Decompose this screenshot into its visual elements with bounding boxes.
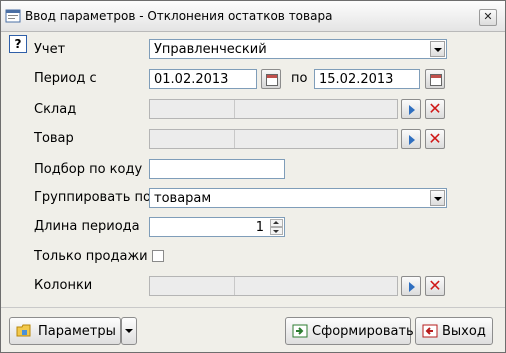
play-icon: [409, 105, 415, 115]
title-bar: Ввод параметров - Отклонения остатков то…: [1, 1, 505, 32]
tovar-field[interactable]: [149, 129, 398, 149]
footer-separator: [1, 307, 505, 308]
dialog-window: Ввод параметров - Отклонения остатков то…: [0, 0, 506, 353]
kolonki-clear-button[interactable]: ✕: [425, 276, 445, 296]
generate-button[interactable]: Сформировать: [285, 317, 414, 345]
podbor-input[interactable]: [149, 159, 285, 179]
help-icon[interactable]: ?: [9, 35, 27, 53]
generate-report-icon: [292, 324, 308, 338]
spin-down-icon[interactable]: [270, 227, 283, 235]
chevron-down-icon[interactable]: [430, 190, 445, 206]
window-title: Ввод параметров - Отклонения остатков то…: [25, 9, 333, 23]
uchet-value: Управленческий: [154, 42, 267, 57]
kolonki-label: Колонки: [34, 278, 93, 293]
chevron-down-icon[interactable]: [430, 41, 445, 57]
exit-button[interactable]: Выход: [415, 317, 493, 345]
podbor-label: Подбор по коду: [34, 162, 143, 177]
group-select[interactable]: товарам: [149, 188, 447, 208]
chevron-down-icon: [125, 329, 133, 333]
params-button-label: Параметры: [38, 324, 116, 339]
spin-up-icon[interactable]: [270, 219, 283, 227]
play-icon: [409, 135, 415, 145]
tovar-select-button[interactable]: [401, 129, 421, 149]
sklad-clear-button[interactable]: ✕: [425, 99, 445, 119]
calendar-icon: [266, 74, 278, 86]
window-app-icon: [5, 9, 21, 23]
uchet-select[interactable]: Управленческий: [149, 39, 447, 59]
period-to-value: 15.02.2013: [319, 72, 394, 87]
sklad-field[interactable]: [149, 99, 398, 119]
group-label: Группировать по: [34, 190, 151, 205]
period-to-label: по: [291, 71, 308, 86]
calendar-icon: [430, 74, 442, 86]
sklad-select-button[interactable]: [401, 99, 421, 119]
period-label: Период с: [34, 71, 97, 86]
dlina-value: 1: [255, 220, 264, 235]
params-dropdown-button[interactable]: [121, 317, 137, 345]
tovar-clear-button[interactable]: ✕: [425, 129, 445, 149]
kolonki-field[interactable]: [149, 276, 398, 296]
folder-settings-icon: [16, 324, 31, 337]
calendar-from-button[interactable]: [261, 69, 281, 89]
generate-button-label: Сформировать: [312, 324, 414, 339]
spin-buttons[interactable]: [270, 219, 283, 235]
period-to-field[interactable]: 15.02.2013: [314, 69, 420, 89]
play-icon: [409, 282, 415, 292]
kolonki-select-button[interactable]: [401, 276, 421, 296]
group-value: товарам: [154, 191, 212, 206]
close-icon[interactable]: ✕: [479, 9, 497, 26]
dlina-stepper[interactable]: 1: [149, 217, 285, 237]
uchet-label: Учет: [34, 42, 66, 57]
exit-button-label: Выход: [442, 324, 486, 339]
only-sales-label: Только продажи: [34, 249, 148, 264]
dlina-label: Длина периода: [34, 219, 140, 234]
period-from-field[interactable]: 01.02.2013: [149, 69, 257, 89]
params-button[interactable]: Параметры: [9, 317, 121, 345]
sklad-label: Склад: [34, 102, 77, 117]
tovar-label: Товар: [34, 131, 74, 146]
period-from-value: 01.02.2013: [154, 72, 229, 87]
only-sales-checkbox[interactable]: [152, 250, 164, 262]
exit-icon: [422, 324, 438, 338]
calendar-to-button[interactable]: [425, 69, 445, 89]
